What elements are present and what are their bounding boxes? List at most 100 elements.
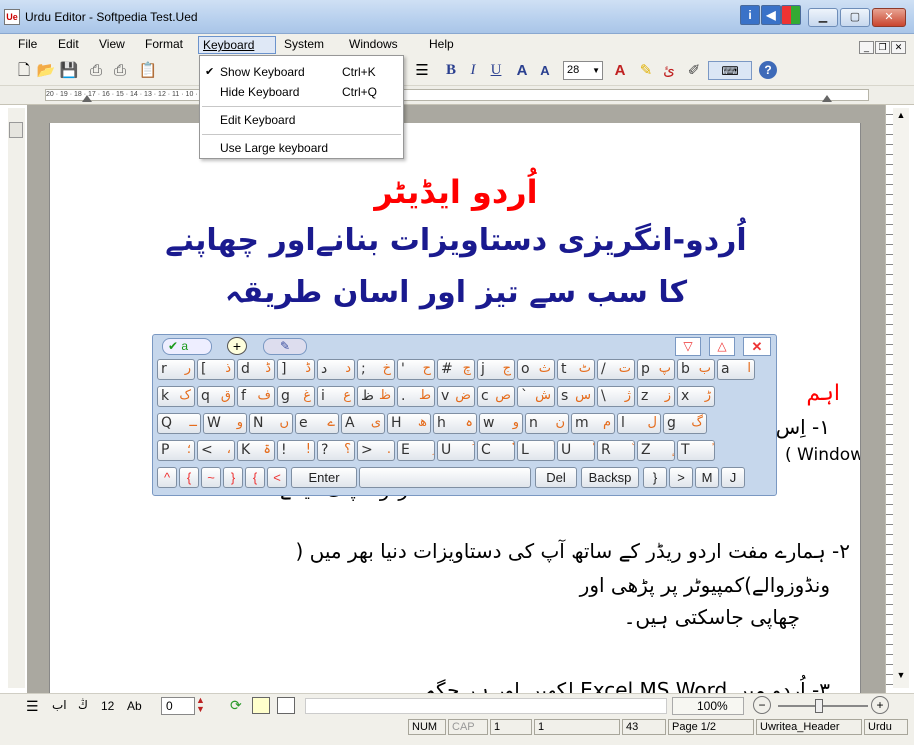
menu-hide-keyboard[interactable]: Hide Keyboard Ctrl+Q: [200, 82, 403, 102]
keyboard-key[interactable]: Tً: [677, 440, 715, 461]
shrink-font-icon[interactable]: A: [535, 61, 555, 80]
keyboard-key[interactable]: vض: [437, 386, 475, 407]
keyboard-key[interactable]: gغ: [277, 386, 315, 407]
menu-view[interactable]: View: [95, 36, 129, 54]
keyboard-key[interactable]: / ت: [597, 359, 635, 380]
keyboard-key[interactable]: ; خ: [357, 359, 395, 380]
zoom-in-icon[interactable]: +: [871, 696, 889, 714]
menu-help[interactable]: Help: [425, 36, 458, 54]
keyboard-key[interactable]: Eِ: [397, 440, 435, 461]
urdu-char-icon[interactable]: ڭ: [78, 698, 88, 712]
keyboard-add-icon[interactable]: +: [227, 337, 247, 355]
save-icon[interactable]: 💾: [59, 61, 79, 80]
menu-use-large-keyboard[interactable]: Use Large keyboard: [200, 138, 403, 158]
underline-icon[interactable]: U: [486, 61, 506, 80]
menu-edit[interactable]: Edit: [54, 36, 83, 54]
keyboard-key[interactable]: }: [643, 467, 667, 488]
font-color-icon[interactable]: A: [610, 61, 630, 80]
menu-show-keyboard[interactable]: ✔ Show Keyboard Ctrl+K: [200, 62, 403, 82]
keyboard-key[interactable]: دد: [317, 359, 355, 380]
keyboard-key[interactable]: \ ژ: [597, 386, 635, 407]
print-icon[interactable]: ⎙: [86, 61, 106, 80]
menu-system[interactable]: System: [280, 36, 328, 54]
image-icon[interactable]: [252, 697, 270, 714]
keyboard-key[interactable]: hہ: [433, 413, 477, 434]
italic-icon[interactable]: I: [463, 61, 483, 80]
ab-label[interactable]: Ab: [127, 699, 142, 713]
keyboard-key[interactable]: ~: [201, 467, 221, 488]
keyboard-key[interactable]: Cٗ: [477, 440, 515, 461]
keyboard-key[interactable]: wو: [479, 413, 523, 434]
urdu-font-color-icon[interactable]: ئ: [659, 61, 679, 80]
keyboard-key[interactable]: >: [669, 467, 693, 488]
keyboard-key[interactable]: {: [179, 467, 199, 488]
keyboard-key[interactable]: pپ: [637, 359, 675, 380]
lines-icon[interactable]: ☰: [26, 698, 39, 715]
open-folder-icon[interactable]: 📂: [36, 61, 56, 80]
keyboard-key[interactable]: mم: [571, 413, 615, 434]
align-justify-icon[interactable]: ☰: [412, 61, 432, 80]
keyboard-key[interactable]: Nں: [249, 413, 293, 434]
refresh-icon[interactable]: ⟳: [230, 697, 242, 714]
keyboard-key[interactable]: tٹ: [557, 359, 595, 380]
keyboard-pen-icon[interactable]: ✎: [263, 338, 307, 355]
keyboard-key[interactable]: Aی: [341, 413, 385, 434]
keyboard-key[interactable]: zز: [637, 386, 675, 407]
new-document-icon[interactable]: 🗋: [14, 61, 34, 80]
keyboard-key[interactable]: [ذ: [197, 359, 235, 380]
keyboard-key[interactable]: <: [267, 467, 287, 488]
keyboard-key[interactable]: Hھ: [387, 413, 431, 434]
keyboard-key[interactable]: < ،: [197, 440, 235, 461]
scroll-down-icon[interactable]: ▼: [894, 670, 908, 684]
backspace-key[interactable]: Backsp: [581, 467, 639, 488]
keyboard-key[interactable]: qق: [197, 386, 235, 407]
highlight-pen-icon[interactable]: ✎: [636, 61, 656, 80]
menu-keyboard[interactable]: Keyboard: [198, 36, 276, 54]
keyboard-check-icon[interactable]: ✔ a: [162, 338, 212, 355]
keyboard-key[interactable]: ^: [157, 467, 177, 488]
menu-windows[interactable]: Windows: [345, 36, 402, 54]
keyboard-down-icon[interactable]: ▽: [675, 337, 701, 356]
spin-arrows-icon[interactable]: ▲ ▼: [196, 696, 205, 714]
app-icon[interactable]: Ue: [4, 9, 20, 25]
right-indent-marker[interactable]: [822, 95, 832, 102]
keyboard-key[interactable]: jج: [477, 359, 515, 380]
print-preview-icon[interactable]: ⎙: [110, 61, 130, 80]
help-icon[interactable]: ?: [759, 61, 777, 79]
keyboard-key[interactable]: Rٌ: [597, 440, 635, 461]
enter-key[interactable]: Enter: [291, 467, 357, 488]
keyboard-key[interactable]: fف: [237, 386, 275, 407]
menu-file[interactable]: File: [14, 36, 41, 54]
doc-close-button[interactable]: ✕: [891, 41, 906, 54]
scroll-up-icon[interactable]: ▲: [894, 110, 908, 124]
keyboard-key[interactable]: !!: [277, 440, 315, 461]
bold-icon[interactable]: B: [441, 61, 461, 80]
right-scrollbar[interactable]: ▲ ▼: [893, 108, 909, 688]
keyboard-key[interactable]: ' ح: [397, 359, 435, 380]
minimize-button[interactable]: ▁: [808, 8, 838, 27]
info-icon[interactable]: i: [740, 5, 760, 25]
keyboard-key[interactable]: Zٍ: [637, 440, 675, 461]
zoom-slider[interactable]: [778, 705, 868, 707]
frame-icon[interactable]: [277, 697, 295, 714]
keyboard-key[interactable]: Kۃ: [237, 440, 275, 461]
maximize-button[interactable]: ▢: [840, 8, 870, 27]
keyboard-key[interactable]: .ط: [397, 386, 435, 407]
keyboard-key[interactable]: xڑ: [677, 386, 715, 407]
keyboard-key[interactable]: lل: [617, 413, 661, 434]
keyboard-key[interactable]: Uٔ: [557, 440, 595, 461]
keyboard-key[interactable]: rر: [157, 359, 195, 380]
keyboard-key[interactable]: P ؛: [157, 440, 195, 461]
keyboard-key[interactable]: dڈ: [237, 359, 275, 380]
left-scrollbar[interactable]: [8, 108, 25, 688]
doc-minimize-button[interactable]: _: [859, 41, 874, 54]
back-arrow-icon[interactable]: ◀: [761, 5, 781, 25]
font-size-label[interactable]: 12: [101, 699, 114, 713]
zoom-slider-thumb[interactable]: [815, 699, 823, 713]
zoom-dropdown[interactable]: 100%: [672, 697, 744, 715]
grow-font-icon[interactable]: A: [512, 61, 532, 80]
keyboard-key[interactable]: bب: [677, 359, 715, 380]
doc-restore-button[interactable]: ❐: [875, 41, 890, 54]
keyboard-key[interactable]: sس: [557, 386, 595, 407]
keyboard-key[interactable]: kک: [157, 386, 195, 407]
